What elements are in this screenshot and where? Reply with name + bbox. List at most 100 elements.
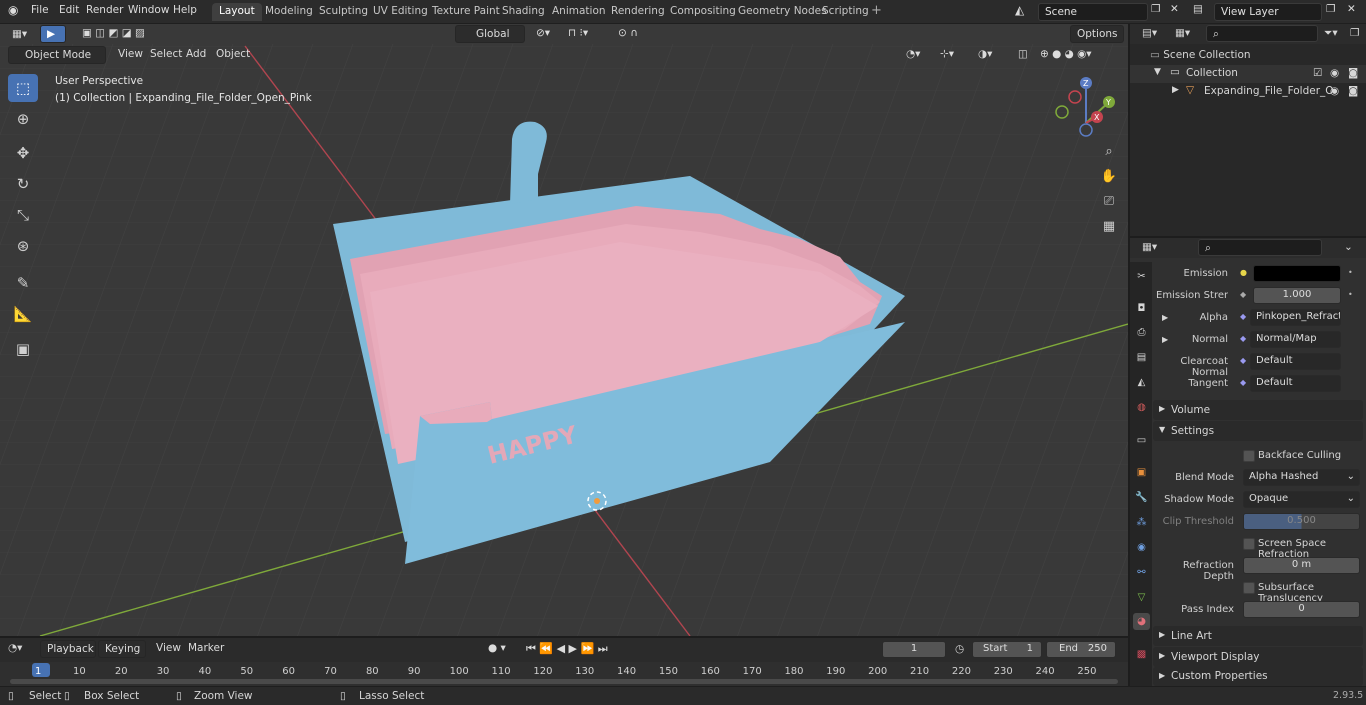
snap-icon[interactable]: ⊓ ⁝▾ xyxy=(562,25,594,43)
camera-view-icon[interactable]: ⎚ xyxy=(1098,190,1120,212)
menu-add[interactable]: Add xyxy=(180,46,212,64)
render-camera-icon[interactable]: ◙ xyxy=(1348,67,1358,79)
output-tab-icon[interactable]: ⎙ xyxy=(1133,324,1150,341)
tab-layout[interactable]: Layout xyxy=(212,3,262,21)
shading-modes-icon[interactable]: ⊕ ● ◕ ◉▾ xyxy=(1034,46,1098,64)
menu-window[interactable]: Window xyxy=(128,4,169,16)
clock-icon[interactable]: ◷ xyxy=(955,643,964,655)
editor-type-icon[interactable]: ▦▾ xyxy=(6,26,33,44)
menu-edit[interactable]: Edit xyxy=(59,4,79,16)
physics-tab-icon[interactable]: ◉ xyxy=(1133,539,1150,556)
expand-normal-icon[interactable]: ▶ xyxy=(1162,335,1168,344)
rotate-tool-icon[interactable]: ↻ xyxy=(8,170,38,198)
record-icon[interactable]: ● ▾ xyxy=(482,640,512,658)
emission-color-field[interactable] xyxy=(1253,265,1341,282)
properties-editor-icon[interactable]: ▦▾ xyxy=(1142,241,1157,253)
alpha-link-field[interactable]: Pinkopen_Refractio... xyxy=(1250,309,1341,326)
new-collection-icon[interactable]: ❐ xyxy=(1350,27,1359,39)
3d-viewport[interactable]: HAPPY Z Y X ▦▾ ▶ ▣ ◫ ◩ ◪ ▨ Global ⊘▾ ⊓ ⁝… xyxy=(0,24,1128,636)
outliner-editor-icon[interactable]: ▤▾ xyxy=(1142,27,1157,39)
view-layer-field[interactable]: View Layer xyxy=(1214,3,1322,21)
annotate-tool-icon[interactable]: ✎ xyxy=(8,269,38,297)
visibility-eye-icon[interactable]: ◉ xyxy=(1330,67,1339,79)
tool-tab-icon[interactable]: ✂ xyxy=(1133,268,1150,285)
start-frame-field[interactable]: Start 1 xyxy=(972,641,1042,658)
modifier-tab-icon[interactable]: 🔧 xyxy=(1133,489,1150,506)
socket-yellow-icon[interactable]: ● xyxy=(1240,268,1247,277)
copy-view-layer-icon[interactable]: ❐ xyxy=(1326,3,1335,15)
overlay-toggle-icon[interactable]: ◑▾ xyxy=(972,46,998,64)
texture-tab-icon[interactable]: ▩ xyxy=(1133,646,1150,663)
keying-menu[interactable]: Keying xyxy=(98,640,146,658)
visibility-eye-icon[interactable]: ◉ xyxy=(1330,85,1339,97)
normal-link-field[interactable]: Normal/Map xyxy=(1250,331,1341,348)
proportional-edit-icon[interactable]: ⊙ ∩ xyxy=(612,25,644,43)
socket-grey-icon[interactable]: ◆ xyxy=(1240,290,1246,299)
refraction-depth-field[interactable]: 0 m xyxy=(1243,557,1360,574)
world-tab-icon[interactable]: ◍ xyxy=(1133,399,1150,416)
data-tab-icon[interactable]: ▽ xyxy=(1133,589,1150,606)
constraints-tab-icon[interactable]: ⚯ xyxy=(1133,564,1150,581)
end-frame-field[interactable]: End 250 xyxy=(1046,641,1116,658)
timeline-scrollbar[interactable] xyxy=(10,679,1118,684)
keyframe-dot-icon[interactable]: • xyxy=(1348,290,1353,299)
add-workspace-icon[interactable]: + xyxy=(871,3,882,18)
menu-file[interactable]: File xyxy=(31,4,49,16)
measure-tool-icon[interactable]: 📐 xyxy=(8,300,38,328)
current-frame-field[interactable]: 1 xyxy=(882,641,946,658)
close-view-layer-icon[interactable]: ✕ xyxy=(1347,3,1356,15)
blender-logo-icon[interactable]: ◉ xyxy=(8,3,18,17)
expand-icon[interactable]: ▶ xyxy=(1172,85,1179,95)
socket-purple-icon[interactable]: ◆ xyxy=(1240,356,1246,365)
volume-panel-header[interactable]: ▶ Volume xyxy=(1153,400,1363,420)
render-tab-icon[interactable]: ◘ xyxy=(1133,300,1150,317)
tab-animation[interactable]: Animation xyxy=(545,3,613,21)
expand-alpha-icon[interactable]: ▶ xyxy=(1162,313,1168,322)
subsurface-checkbox[interactable] xyxy=(1243,582,1255,594)
pan-hand-icon[interactable]: ✋ xyxy=(1098,165,1120,187)
perspective-toggle-icon[interactable]: ▦ xyxy=(1098,215,1120,237)
shadow-mode-dropdown[interactable]: Opaque ⌄ xyxy=(1243,491,1360,508)
ssr-checkbox[interactable] xyxy=(1243,538,1255,550)
expand-icon[interactable]: ▼ xyxy=(1154,67,1161,77)
view-layer-icon[interactable]: ▤ xyxy=(1193,3,1203,15)
mode-dropdown[interactable]: Object Mode xyxy=(8,46,106,64)
cursor-tool-icon[interactable]: ⊕ xyxy=(8,105,38,133)
scale-tool-icon[interactable]: ⤡ xyxy=(8,201,38,229)
tab-scripting[interactable]: Scripting xyxy=(815,3,876,21)
outliner-search-input[interactable]: ⌕ xyxy=(1206,25,1318,42)
backface-culling-checkbox[interactable] xyxy=(1243,450,1255,462)
emission-strength-field[interactable]: 1.000 xyxy=(1253,287,1341,304)
close-scene-icon[interactable]: ✕ xyxy=(1170,3,1179,15)
keyframe-dot-icon[interactable]: • xyxy=(1348,268,1353,277)
add-cube-tool-icon[interactable]: ▣ xyxy=(8,335,38,363)
particles-tab-icon[interactable]: ⁂ xyxy=(1133,514,1150,531)
playback-menu[interactable]: Playback xyxy=(40,640,96,658)
clearcoat-normal-field[interactable]: Default xyxy=(1250,353,1341,370)
timeline-editor-icon[interactable]: ◔▾ xyxy=(8,642,22,654)
lineart-panel-header[interactable]: ▶ Line Art xyxy=(1153,626,1363,646)
select-mode-icons[interactable]: ▣ ◫ ◩ ◪ ▨ xyxy=(76,25,151,43)
move-tool-icon[interactable]: ✥ xyxy=(8,139,38,167)
clip-threshold-slider[interactable]: 0.500 xyxy=(1243,513,1360,530)
filter-icon[interactable]: ⏷▾ xyxy=(1324,27,1338,40)
collection-row[interactable]: ▼ ▭ Collection ☑ ◉ ◙ xyxy=(1130,65,1366,83)
tab-shading[interactable]: Shading xyxy=(495,3,552,21)
blend-mode-dropdown[interactable]: Alpha Hashed ⌄ xyxy=(1243,469,1360,486)
select-tool-icon[interactable]: ▶ xyxy=(40,25,66,43)
select-box-tool-icon[interactable]: ⬚ xyxy=(8,74,38,102)
tab-rendering[interactable]: Rendering xyxy=(604,3,672,21)
properties-search-input[interactable]: ⌕ xyxy=(1198,239,1322,256)
menu-object[interactable]: Object xyxy=(210,46,256,64)
tangent-field[interactable]: Default xyxy=(1250,375,1341,392)
socket-purple-icon[interactable]: ◆ xyxy=(1240,312,1246,321)
properties-options-icon[interactable]: ⌄ xyxy=(1344,241,1353,253)
render-camera-icon[interactable]: ◙ xyxy=(1348,85,1358,97)
transform-tool-icon[interactable]: ⊛ xyxy=(8,232,38,260)
view-layer-tab-icon[interactable]: ▤ xyxy=(1133,349,1150,366)
settings-panel-header[interactable]: ▼ Settings xyxy=(1153,421,1363,441)
visibility-icon[interactable]: ◔▾ xyxy=(900,46,926,64)
menu-help[interactable]: Help xyxy=(173,4,197,16)
display-mode-icon[interactable]: ▦▾ xyxy=(1175,27,1190,39)
orientation-dropdown[interactable]: Global xyxy=(455,25,525,43)
